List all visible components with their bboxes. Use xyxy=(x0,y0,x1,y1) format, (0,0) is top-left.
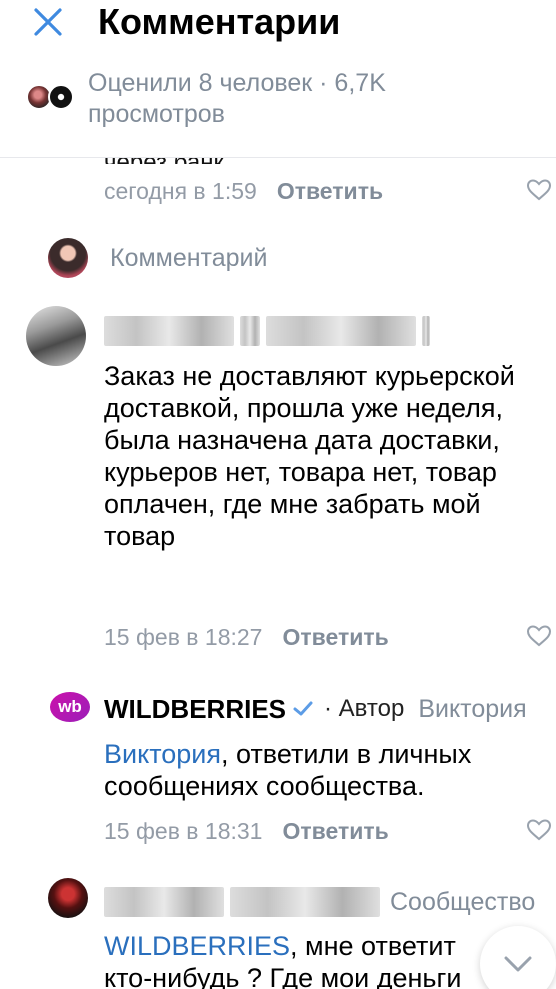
author-name[interactable]: WILDBERRIES xyxy=(104,694,286,725)
author-name-blurred[interactable] xyxy=(104,314,430,348)
group-label: Сообщество xyxy=(390,887,536,916)
author-name-blurred[interactable] xyxy=(104,885,380,919)
like-heart-icon[interactable] xyxy=(526,178,552,202)
like-heart-icon[interactable] xyxy=(526,624,552,648)
blur-block xyxy=(422,316,430,346)
scroll-down-button[interactable] xyxy=(480,926,556,989)
likes-views-summary[interactable]: Оценили 8 человек · 6,7K просмотров xyxy=(88,68,528,130)
reply-to-name[interactable]: Виктория xyxy=(418,695,526,724)
reply-button[interactable]: Ответить xyxy=(277,178,383,204)
comment-meta: 15 фев в 18:27 Ответить xyxy=(104,624,389,651)
blur-block xyxy=(104,887,224,917)
comment-time: 15 фев в 18:27 xyxy=(104,624,263,650)
blur-block xyxy=(240,316,260,346)
comment-text: Заказ не доставляют курьерской доставкой… xyxy=(104,361,515,551)
comment-author-row: Сообщество xyxy=(104,884,556,920)
close-icon[interactable] xyxy=(33,7,63,37)
avatar xyxy=(48,238,88,278)
avatar xyxy=(48,84,74,110)
blur-block xyxy=(104,316,234,346)
comment-input[interactable]: Комментарий xyxy=(110,244,267,273)
page-title: Комментарии xyxy=(98,1,341,42)
blur-block xyxy=(230,887,380,917)
likers-avatars[interactable] xyxy=(26,84,78,110)
comment-compose[interactable]: Комментарий xyxy=(48,238,528,278)
avatar[interactable] xyxy=(48,878,88,918)
header: Комментарии Оценили 8 человек · 6,7K про… xyxy=(0,0,556,158)
comment-time: сегодня в 1:59 xyxy=(104,178,257,204)
avatar[interactable] xyxy=(26,306,86,366)
wildberries-logo[interactable]: wb xyxy=(50,692,90,722)
mention-link[interactable]: Виктория xyxy=(104,739,221,769)
comment-author-row: WILDBERRIES · Автор Виктория xyxy=(104,692,556,726)
mention-link[interactable]: WILDBERRIES xyxy=(104,931,290,961)
like-heart-icon[interactable] xyxy=(526,818,552,842)
verified-check-icon xyxy=(293,701,313,716)
author-badge: · Автор xyxy=(324,695,405,722)
comment-text: WILDBERRIES, мне ответит кто-нибудь ? Гд… xyxy=(104,930,484,989)
comment-text: Виктория, ответили в личных сообщениях с… xyxy=(104,738,544,802)
blur-block xyxy=(266,316,416,346)
reply-button[interactable]: Ответить xyxy=(282,818,388,844)
chevron-down-icon xyxy=(504,956,532,972)
reply-button[interactable]: Ответить xyxy=(282,624,388,650)
close-button[interactable] xyxy=(28,2,68,42)
comment-time: 15 фев в 18:31 xyxy=(104,818,263,844)
comment-meta: сегодня в 1:59 Ответить xyxy=(104,178,383,205)
comment-meta: 15 фев в 18:31 Ответить xyxy=(104,818,389,845)
